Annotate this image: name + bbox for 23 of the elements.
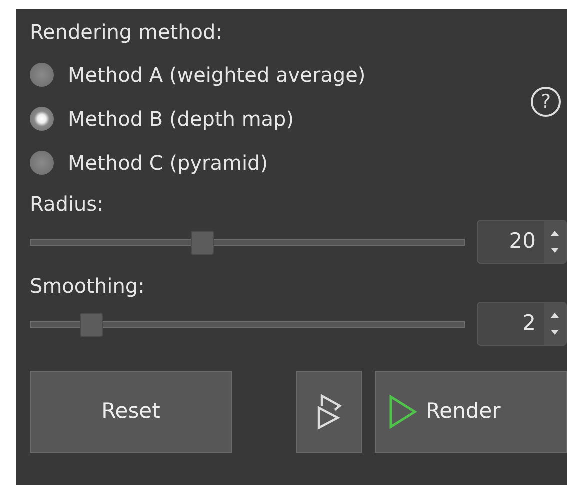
play-icon [388, 394, 418, 430]
render-button[interactable]: Render [375, 371, 567, 453]
slider-label: Smoothing: [30, 273, 146, 300]
spin-box[interactable]: 20 [477, 220, 567, 264]
radio-button[interactable] [30, 107, 54, 131]
slider-thumb[interactable] [80, 312, 104, 336]
spin-value: 2 [522, 310, 537, 338]
reset-button[interactable]: Reset [30, 371, 232, 453]
double-play-icon [316, 394, 342, 430]
slider-label: Radius: [30, 191, 105, 218]
slider-thumb[interactable] [190, 230, 214, 254]
radio-label: Method A (weighted average) [68, 62, 366, 89]
help-icon[interactable]: ? [531, 87, 561, 117]
radio-label: Method B (depth map) [68, 106, 294, 133]
up-down-arrows-icon[interactable] [550, 311, 560, 337]
up-down-arrows-icon[interactable] [550, 229, 560, 255]
radio-button[interactable] [30, 63, 54, 87]
group-label: Rendering method: [30, 19, 224, 46]
play-button[interactable] [296, 371, 362, 453]
radio-label: Method C (pyramid) [68, 150, 268, 177]
spin-value: 20 [508, 228, 537, 256]
radio-button[interactable] [30, 151, 54, 175]
spin-box[interactable]: 2 [477, 302, 567, 346]
